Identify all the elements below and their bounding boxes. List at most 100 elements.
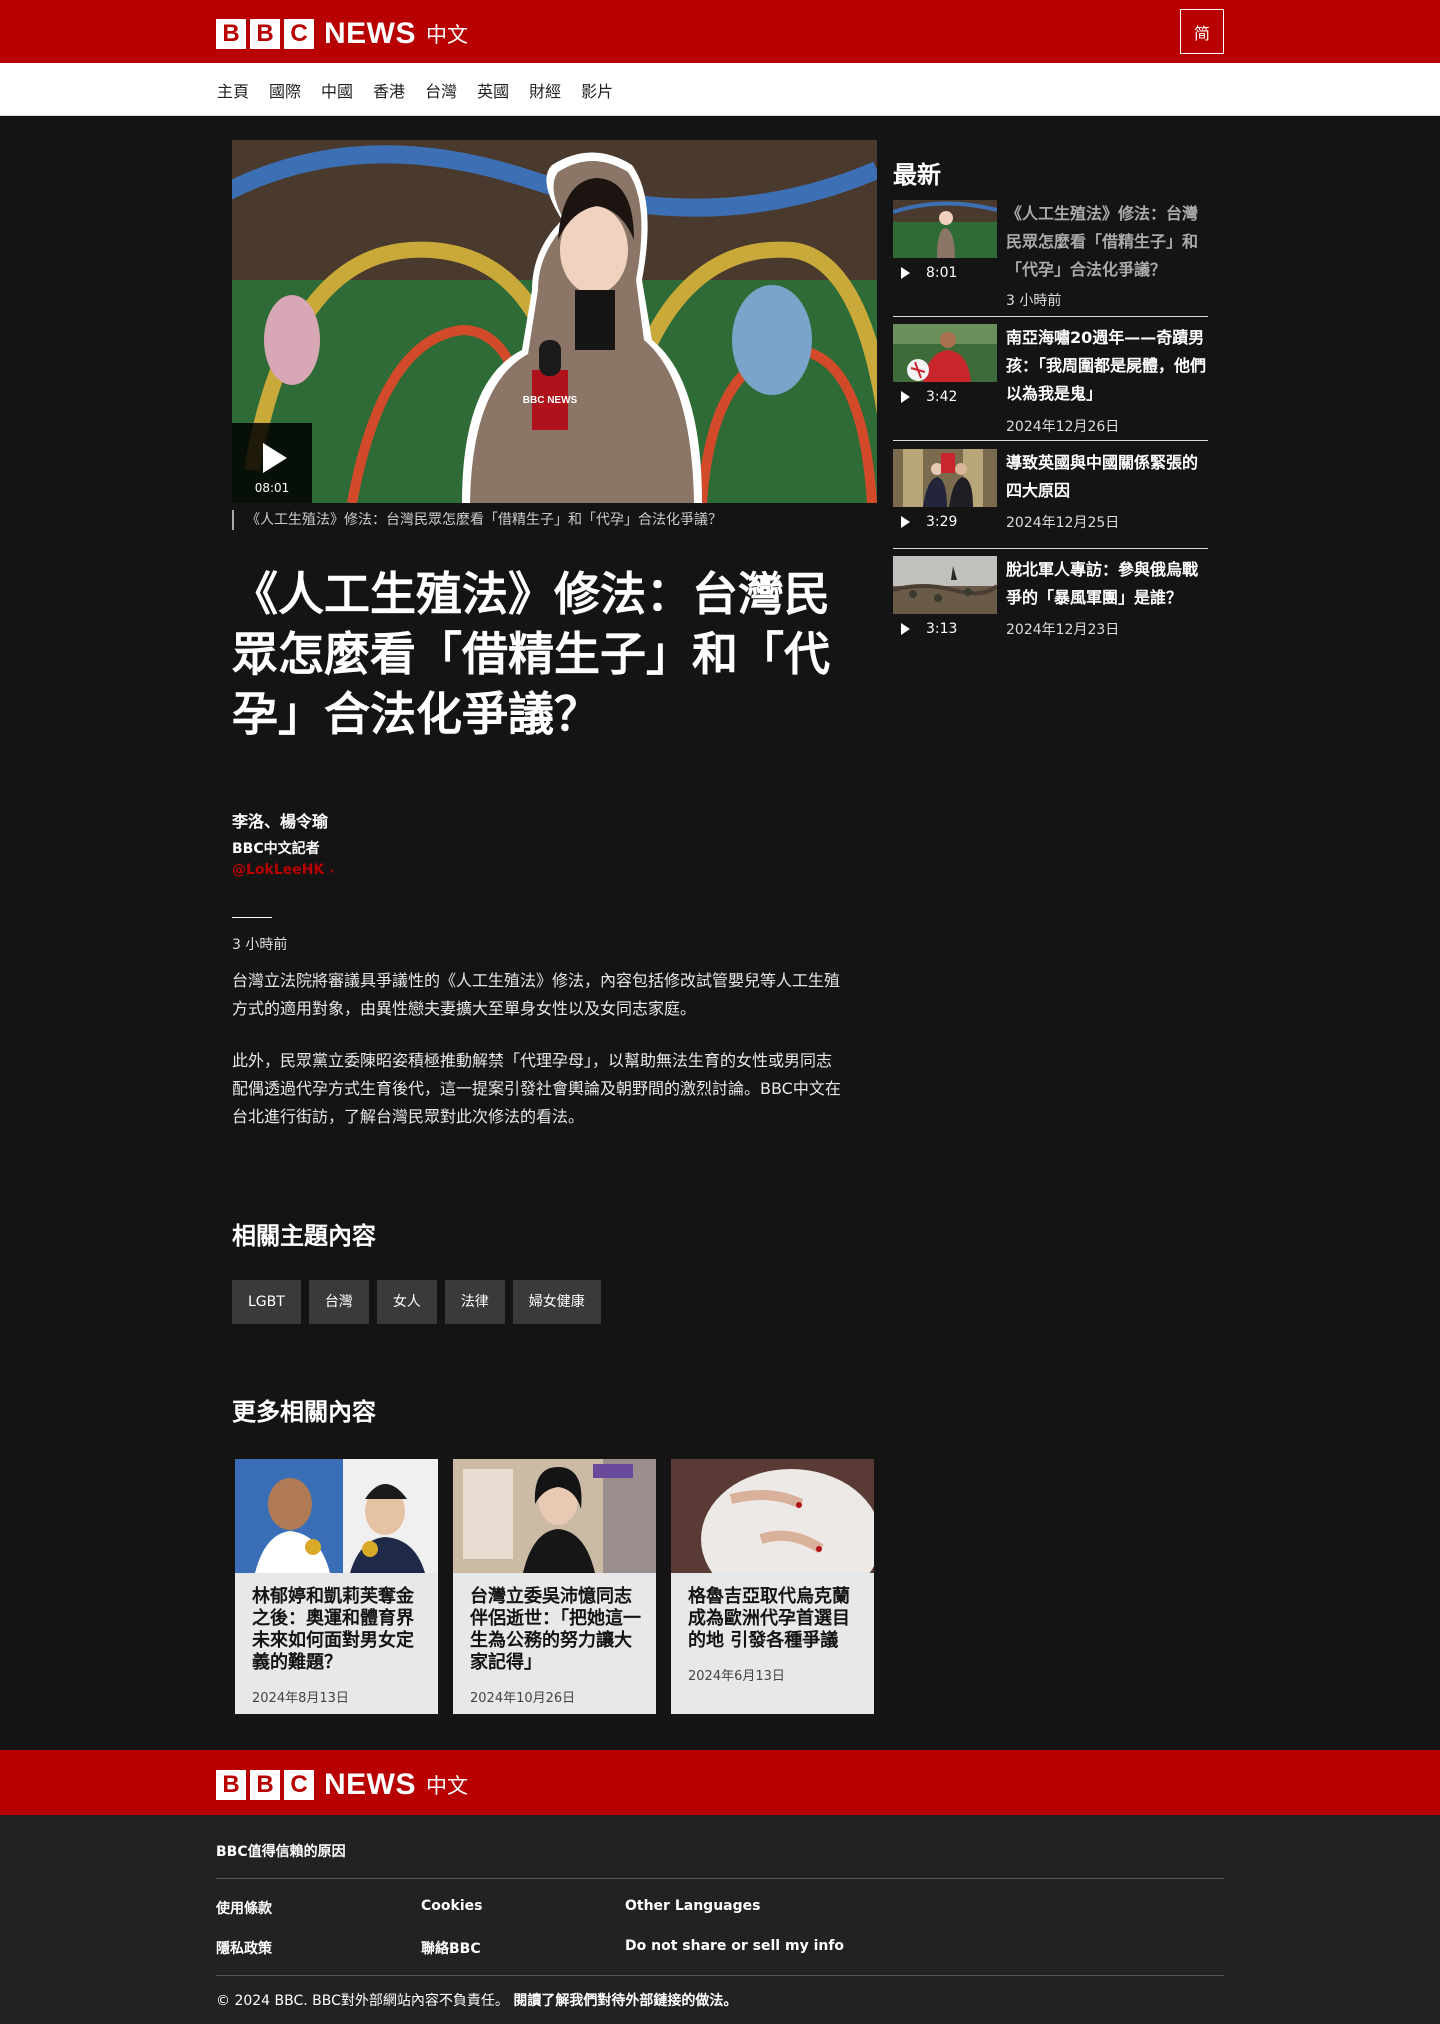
footer-brand-band: B B C NEWS 中文 (0, 1750, 1440, 1815)
related-card[interactable]: 林郁婷和凱莉芙奪金之後：奧運和體育界未來如何面對男女定義的難題？ 2024年8月… (235, 1459, 438, 1714)
latest-duration-text: 3:29 (926, 514, 958, 530)
logo-news: NEWS (324, 17, 416, 50)
video-duration: 08:01 (254, 481, 290, 495)
topic-tags: LGBT 台灣 女人 法律 婦女健康 (232, 1280, 609, 1324)
latest-date: 2024年12月23日 (1006, 622, 1120, 638)
author-handle-text: @LokLeeHK (232, 862, 325, 878)
more-related-title: 更多相關內容 (232, 1398, 376, 1426)
video-thumbnail: BBC NEWS (232, 140, 877, 503)
nav-item-china[interactable]: 中國 (321, 78, 353, 102)
latest-divider (893, 316, 1208, 317)
related-topics-title: 相關主題內容 (232, 1222, 376, 1250)
topic-tag-women[interactable]: 女人 (376, 1280, 437, 1324)
footer-copyright: © 2024 BBC. BBC對外部網站內容不負責任。 閱讀了解我們對待外部鏈接… (216, 1990, 737, 2010)
author-twitter-link[interactable]: @LokLeeHK › (232, 862, 334, 878)
footer-contact-link[interactable]: 聯絡BBC (421, 1938, 481, 1958)
logo-language: 中文 (426, 1774, 468, 1798)
mic-logo-text: BBC NEWS (523, 395, 578, 406)
logo-language: 中文 (426, 23, 468, 47)
topic-tag-taiwan[interactable]: 台灣 (308, 1280, 369, 1324)
topic-tag-law[interactable]: 法律 (444, 1280, 505, 1324)
play-icon (901, 391, 910, 403)
article-timestamp: 3 小時前 (232, 937, 288, 953)
latest-thumbnail (893, 324, 997, 382)
card-date: 2024年8月13日 (252, 1691, 349, 1706)
external-links-policy-link[interactable]: 閱讀了解我們對待外部鏈接的做法。 (513, 1993, 737, 2009)
author-role: BBC中文記者 (232, 841, 320, 857)
nav-item-finance[interactable]: 財經 (529, 78, 561, 102)
footer-divider (216, 1878, 1224, 1879)
latest-thumbnail (893, 200, 997, 258)
play-icon (901, 623, 910, 635)
footer-other-languages-link[interactable]: Other Languages (625, 1898, 760, 1914)
footer-divider (216, 1975, 1224, 1976)
card-thumbnail (453, 1459, 656, 1573)
latest-divider (893, 440, 1208, 441)
latest-item[interactable]: 3:13 脫北軍人專訪：參與俄烏戰爭的「暴風軍團」是誰？ 2024年12月23日 (893, 556, 1208, 646)
latest-item[interactable]: 3:42 南亞海嘯20週年——奇蹟男孩：「我周圍都是屍體，他們以為我是鬼」 20… (893, 324, 1208, 435)
latest-title-link[interactable]: 脫北軍人專訪：參與俄烏戰爭的「暴風軍團」是誰？ (1006, 556, 1206, 612)
latest-date: 3 小時前 (1006, 293, 1062, 309)
nav-item-uk[interactable]: 英國 (477, 78, 509, 102)
logo-news: NEWS (324, 1768, 416, 1801)
chevron-right-icon: › (329, 864, 334, 877)
logo-letter: B (250, 1770, 280, 1800)
masthead: B B C NEWS 中文 简 (0, 0, 1440, 63)
nav-item-video[interactable]: 影片 (581, 78, 613, 102)
play-icon (263, 443, 287, 473)
card-title: 台灣立委吳沛憶同志伴侶逝世：「把她這一生為公務的努力讓大家記得」 (470, 1586, 641, 1673)
nav-item-international[interactable]: 國際 (269, 78, 301, 102)
topic-tag-lgbt[interactable]: LGBT (232, 1280, 301, 1324)
latest-divider (893, 548, 1208, 549)
play-icon (901, 516, 910, 528)
logo-letter: C (284, 1770, 314, 1800)
copyright-text: © 2024 BBC. BBC對外部網站內容不負責任。 (216, 1993, 509, 2009)
footer-do-not-sell-link[interactable]: Do not share or sell my info (625, 1938, 844, 1954)
latest-thumbnail (893, 449, 997, 507)
video-caption: 《人工生殖法》修法：台灣民眾怎麼看「借精生子」和「代孕」合法化爭議？ (232, 510, 722, 530)
latest-title-link[interactable]: 導致英國與中國關係緊張的四大原因 (1006, 449, 1206, 505)
bbc-news-logo[interactable]: B B C NEWS 中文 (216, 17, 468, 51)
card-title: 格魯吉亞取代烏克蘭成為歐洲代孕首選目的地 引發各種爭議 (688, 1586, 850, 1651)
latest-title-link[interactable]: 南亞海嘯20週年——奇蹟男孩：「我周圍都是屍體，他們以為我是鬼」 (1006, 324, 1206, 408)
card-thumbnail (235, 1459, 438, 1573)
latest-title: 最新 (893, 161, 941, 189)
latest-duration: 3:13 (893, 621, 957, 637)
latest-duration: 8:01 (893, 265, 957, 281)
nav-item-hongkong[interactable]: 香港 (373, 78, 405, 102)
footer-terms-link[interactable]: 使用條款 (216, 1898, 272, 1918)
card-thumbnail (671, 1459, 874, 1573)
logo-letter: B (216, 1770, 246, 1800)
author-name: 李洛、楊令瑜 (232, 812, 329, 831)
footer-cookies-link[interactable]: Cookies (421, 1898, 482, 1914)
related-card[interactable]: 格魯吉亞取代烏克蘭成為歐洲代孕首選目的地 引發各種爭議 2024年6月13日 (671, 1459, 874, 1714)
simplified-script-toggle[interactable]: 简 (1180, 9, 1224, 54)
footer-privacy-link[interactable]: 隱私政策 (216, 1938, 272, 1958)
latest-duration-text: 3:13 (926, 621, 958, 637)
latest-duration-text: 3:42 (926, 389, 958, 405)
play-button[interactable]: 08:01 (232, 423, 312, 503)
main-video-player[interactable]: BBC NEWS 08:01 (232, 140, 877, 503)
latest-thumbnail (893, 556, 997, 614)
article-paragraph: 此外，民眾黨立委陳昭姿積極推動解禁「代理孕母」，以幫助無法生育的女性或男同志配偶… (232, 1051, 841, 1126)
latest-duration: 3:29 (893, 514, 957, 530)
latest-duration: 3:42 (893, 389, 957, 405)
footer-bbc-news-logo[interactable]: B B C NEWS 中文 (216, 1768, 468, 1802)
card-title: 林郁婷和凱莉芙奪金之後：奧運和體育界未來如何面對男女定義的難題？ (252, 1586, 414, 1673)
latest-item[interactable]: 3:29 導致英國與中國關係緊張的四大原因 2024年12月25日 (893, 449, 1208, 539)
nav-item-home[interactable]: 主頁 (217, 78, 249, 102)
latest-title-link[interactable]: 《人工生殖法》修法：台灣民眾怎麼看「借精生子」和「代孕」合法化爭議？ (1006, 200, 1206, 284)
latest-duration-text: 8:01 (926, 265, 958, 281)
topic-tag-womens-health[interactable]: 婦女健康 (512, 1280, 601, 1324)
related-card[interactable]: 台灣立委吳沛憶同志伴侶逝世：「把她這一生為公務的努力讓大家記得」 2024年10… (453, 1459, 656, 1714)
nav-item-taiwan[interactable]: 台灣 (425, 78, 457, 102)
latest-date: 2024年12月25日 (1006, 515, 1120, 531)
card-date: 2024年6月13日 (688, 1669, 785, 1684)
latest-item[interactable]: 8:01 《人工生殖法》修法：台灣民眾怎麼看「借精生子」和「代孕」合法化爭議？ … (893, 200, 1208, 310)
logo-letter: C (284, 19, 314, 49)
related-cards: 林郁婷和凱莉芙奪金之後：奧運和體育界未來如何面對男女定義的難題？ 2024年8月… (235, 1459, 889, 1714)
logo-letter: B (216, 19, 246, 49)
footer-trust-link[interactable]: BBC值得信賴的原因 (216, 1841, 346, 1861)
byline-divider (232, 917, 272, 918)
main-nav: 主頁 國際 中國 香港 台灣 英國 財經 影片 (0, 63, 1440, 116)
